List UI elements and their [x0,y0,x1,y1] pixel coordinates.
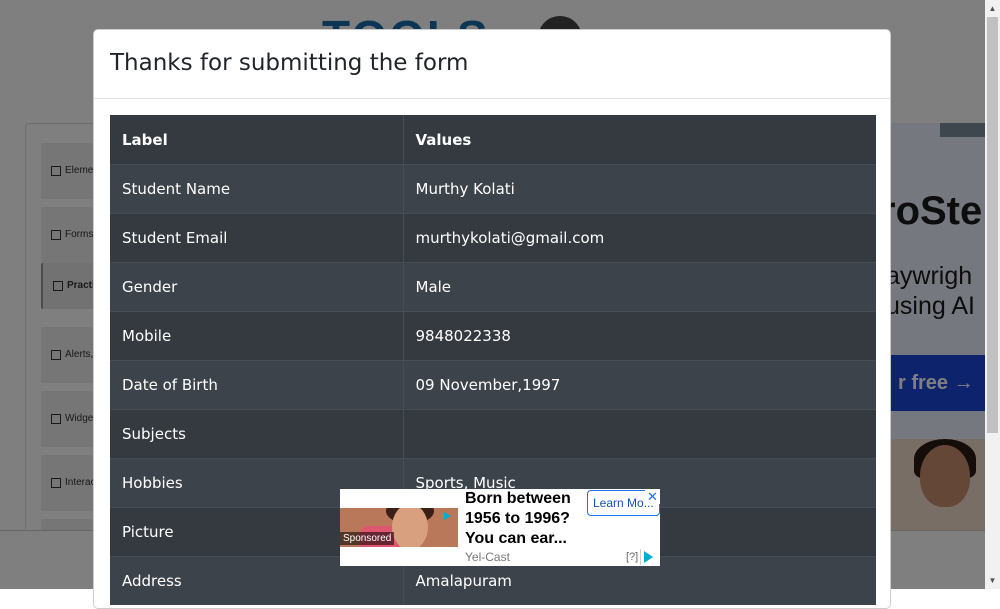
scroll-up-arrow-icon[interactable]: ▲ [985,0,1000,17]
ad-source: Yel-Cast [465,550,510,564]
row-label: Student Email [110,213,403,263]
close-icon[interactable]: ✕ [645,489,660,504]
sponsored-ad[interactable]: Sponsored Born between 1956 to 1996? You… [340,489,660,566]
ad-image-face-shape [392,508,428,547]
scroll-down-arrow-icon[interactable]: ▼ [985,572,1000,589]
row-label: Mobile [110,311,403,361]
row-value: Murthy Kolati [402,164,876,214]
table-row: Gender Male [110,262,876,312]
table-row: Student Name Murthy Kolati [110,164,876,214]
vertical-scrollbar[interactable]: ▲ ▼ [985,0,1000,589]
column-header-values: Values [402,115,876,165]
column-header-label: Label [110,115,403,165]
modal-title: Thanks for submitting the form [110,50,469,76]
row-value: murthykolati@gmail.com [402,213,876,263]
row-value: 09 November,1997 [402,360,876,410]
ad-headline[interactable]: Born between 1956 to 1996? You can ear..… [465,489,577,549]
row-label: Gender [110,262,403,312]
row-label: Date of Birth [110,360,403,410]
adchoices-icon [644,551,653,563]
sponsored-label: Sponsored [340,532,395,545]
play-icon [444,512,451,520]
table-row: Mobile 9848022338 [110,311,876,361]
table-header-row: Label Values [110,115,876,165]
table-row: Subjects [110,409,876,459]
table-row: Date of Birth 09 November,1997 [110,360,876,410]
row-value: Male [402,262,876,312]
table-row: Student Email murthykolati@gmail.com [110,213,876,263]
row-label: Subjects [110,409,403,459]
ad-help-link[interactable]: [?] [626,551,638,563]
scrollbar-thumb[interactable] [987,17,998,433]
modal-header: Thanks for submitting the form [94,30,890,99]
row-value: 9848022338 [402,311,876,361]
row-label: Student Name [110,164,403,214]
row-value [402,409,876,459]
